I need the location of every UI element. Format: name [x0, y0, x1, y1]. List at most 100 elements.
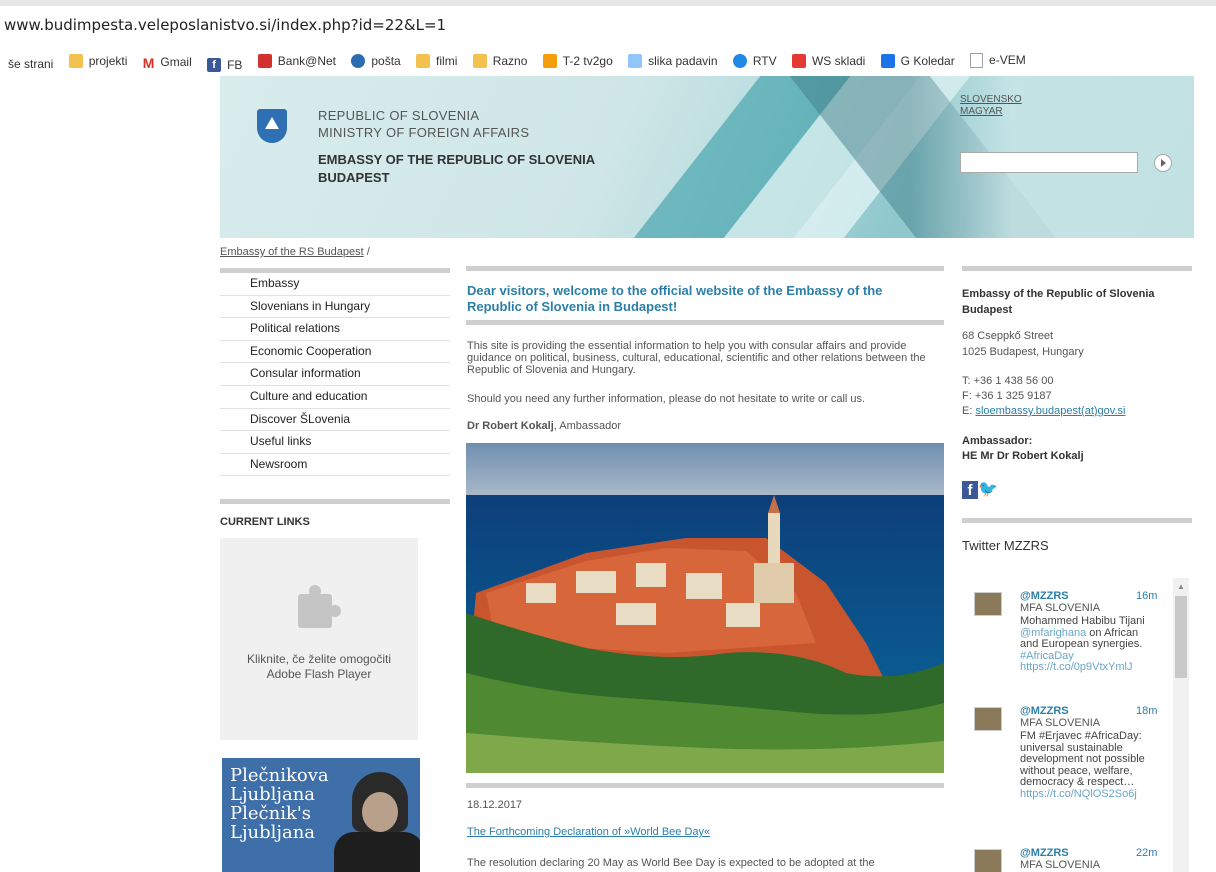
facebook-icon: f: [207, 57, 222, 72]
tweet-link[interactable]: https://t.co/NQlOS2So6j: [1020, 788, 1137, 800]
bookmark-label: pošta: [371, 53, 401, 68]
nav-item-political-relations[interactable]: Political relations: [220, 318, 450, 341]
contact-paragraph: Should you need any further information,…: [467, 393, 866, 405]
news-top-bar: [466, 783, 944, 788]
bookmark-label: projekti: [88, 53, 128, 68]
bookmark-t2[interactable]: T-2 tv2go: [542, 47, 613, 75]
gmail-icon: M: [142, 54, 155, 71]
url-text[interactable]: www.budimpesta.veleposlanistvo.si/index.…: [4, 16, 446, 34]
coat-of-arms-icon[interactable]: [257, 109, 287, 143]
current-links-heading: CURRENT LINKS: [220, 516, 310, 528]
bookmark-label: filmi: [436, 53, 458, 68]
flash-prompt-line1: Kliknite, če želite omogočiti: [246, 652, 392, 666]
ambassador-role: , Ambassador: [553, 420, 622, 432]
bookmark-label: Razno: [492, 53, 528, 68]
facebook-icon[interactable]: f: [962, 481, 978, 499]
search-input[interactable]: [960, 152, 1138, 173]
bookmark-label: še strani: [8, 56, 54, 71]
address-bar[interactable]: www.budimpesta.veleposlanistvo.si/index.…: [0, 0, 1216, 46]
email-link[interactable]: sloembassy.budapest(at)gov.si: [975, 405, 1125, 417]
ambassador-label: Ambassador:: [962, 435, 1033, 447]
weather-icon: [628, 53, 643, 68]
news-title-link[interactable]: The Forthcoming Declaration of »World Be…: [467, 826, 710, 838]
ambassador-signature: Dr Robert Kokalj, Ambassador: [467, 420, 937, 432]
tweet-hashtag[interactable]: #AfricaDay: [1020, 650, 1074, 662]
tweet-handle[interactable]: @MZZRS: [1020, 705, 1069, 717]
header-city: BUDAPEST: [318, 170, 390, 185]
lang-magyar-link[interactable]: MAGYAR: [960, 106, 1003, 117]
tweet-author: MFA SLOVENIA: [1020, 717, 1101, 729]
twitter-icon[interactable]: 🐦: [978, 481, 998, 499]
address-line-2: 1025 Budapest, Hungary: [962, 346, 1084, 358]
nav-item-newsroom[interactable]: Newsroom: [220, 454, 450, 477]
avatar[interactable]: [974, 707, 1002, 731]
ambassador-name: Dr Robert Kokalj: [467, 420, 554, 432]
contact-heading: Embassy of the Republic of Slovenia Buda…: [962, 288, 1155, 316]
bookmark-banknet[interactable]: Bank@Net: [257, 47, 336, 75]
nav-item-useful-links[interactable]: Useful links: [220, 431, 450, 454]
nav-item-slovenians-in-hungary[interactable]: Slovenians in Hungary: [220, 296, 450, 319]
piran-photo: [466, 443, 944, 773]
bookmark-posta[interactable]: pošta: [351, 47, 401, 75]
tweet-time[interactable]: 16m: [1136, 590, 1157, 602]
tweet-link[interactable]: https://t.co/0p9VtxYmlJ: [1020, 661, 1133, 673]
site-header: REPUBLIC OF SLOVENIA MINISTRY OF FOREIGN…: [220, 76, 1194, 238]
banner-line: Ljubljana: [230, 784, 316, 805]
tweet-body: Mohammed Habibu Tijani @mfarighana on Af…: [1020, 615, 1156, 674]
ambassador-title: HE Mr Dr Robert Kokalj: [962, 450, 1084, 462]
rtv-icon: [732, 53, 747, 68]
plecnik-banner[interactable]: Plečnikova Ljubljana Plečnik's Ljubljana: [222, 758, 420, 872]
header-country: REPUBLIC OF SLOVENIA: [318, 108, 480, 123]
address-line-1: 68 Cseppkő Street: [962, 330, 1054, 342]
nav-item-embassy[interactable]: Embassy: [220, 273, 450, 296]
bookmark-label: Bank@Net: [277, 53, 336, 68]
bookmark-rtv[interactable]: RTV: [732, 47, 777, 75]
nav-item-discover-slovenia[interactable]: Discover ŠLovenia: [220, 409, 450, 432]
bookmark-label: Gmail: [160, 54, 192, 69]
tweet-handle[interactable]: @MZZRS: [1020, 847, 1069, 859]
breadcrumb-home-link[interactable]: Embassy of the RS Budapest: [220, 246, 364, 258]
ws-icon: [791, 53, 806, 68]
bookmarks-bar: še strani projekti M Gmail f FB Bank@Net p…: [0, 46, 1216, 74]
bookmark-slika-padavin[interactable]: slika padavin: [628, 47, 718, 75]
fax: F: +36 1 325 9187: [962, 390, 1052, 402]
bookmark-e-vem[interactable]: e-VEM: [970, 46, 1026, 74]
banner-line: Plečnikova: [230, 765, 329, 786]
bookmark-ws-skladi[interactable]: WS skladi: [791, 47, 865, 75]
content-divider: [466, 320, 944, 325]
plecnik-portrait-body: [334, 832, 420, 872]
mail-icon: [351, 53, 366, 68]
flash-placeholder[interactable]: Kliknite, če želite omogočiti Adobe Flas…: [220, 538, 418, 740]
main-nav: Embassy Slovenians in Hungary Political …: [220, 268, 450, 477]
nav-item-consular-information[interactable]: Consular information: [220, 363, 450, 386]
banner-line: Plečnik's: [230, 803, 312, 824]
bookmark-razno[interactable]: Razno: [472, 47, 528, 75]
search-button[interactable]: [1154, 154, 1172, 172]
nav-item-culture-education[interactable]: Culture and education: [220, 386, 450, 409]
news-date: 18.12.2017: [467, 799, 523, 811]
bookmark-projekti[interactable]: projekti: [68, 47, 128, 75]
content-top-bar: [466, 266, 944, 271]
scroll-up-icon[interactable]: ▲: [1177, 582, 1185, 591]
bookmark-fb[interactable]: f FB: [207, 51, 242, 75]
bookmark-label: FB: [227, 57, 243, 72]
tweet-handle[interactable]: @MZZRS: [1020, 590, 1069, 602]
avatar[interactable]: [974, 592, 1002, 616]
tv-icon: [542, 53, 557, 68]
twitter-feed[interactable]: @MZZRS 16m MFA SLOVENIA Mohammed Habibu …: [962, 578, 1192, 872]
header-embassy: EMBASSY OF THE REPUBLIC OF SLOVENIA: [318, 152, 596, 167]
twitter-scroll-thumb[interactable]: [1175, 596, 1187, 678]
nav-item-economic-cooperation[interactable]: Economic Cooperation: [220, 341, 450, 364]
bank-icon: [257, 53, 272, 68]
tweet-mention[interactable]: @mfarighana: [1020, 627, 1086, 639]
bookmark-g-koledar[interactable]: G Koledar: [880, 47, 955, 75]
bookmark-more[interactable]: še strani: [8, 50, 53, 75]
tweet-time[interactable]: 18m: [1136, 705, 1157, 717]
bookmark-gmail[interactable]: M Gmail: [143, 48, 192, 75]
lang-slovensko-link[interactable]: SLOVENSKO: [960, 94, 1022, 105]
avatar[interactable]: [974, 849, 1002, 872]
tweet-time[interactable]: 22m: [1136, 847, 1157, 859]
bookmark-filmi[interactable]: filmi: [416, 47, 457, 75]
document-icon: [970, 52, 984, 68]
tweet-text: Mohammed Habibu Tijani: [1020, 615, 1145, 627]
